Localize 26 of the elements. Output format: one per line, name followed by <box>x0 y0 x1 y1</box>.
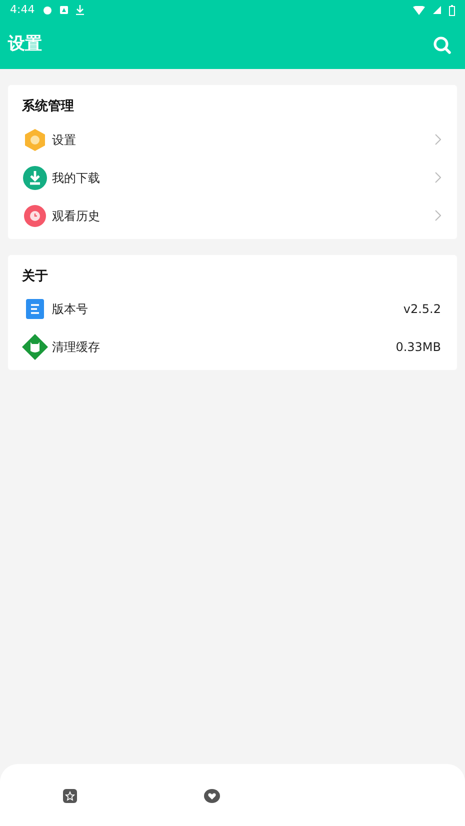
image-icon <box>60 6 68 14</box>
dot-icon <box>42 6 52 14</box>
section-title: 系统管理 <box>22 98 74 116</box>
hexagon-icon <box>25 128 45 150</box>
menu-item-label[interactable]: 清理缓存 <box>52 338 100 356</box>
status-time: 4:44 <box>10 2 35 18</box>
chevron-right-icon[interactable] <box>435 134 441 145</box>
chevron-right-icon[interactable] <box>435 172 441 183</box>
signal-icon <box>433 6 441 14</box>
menu-item-label[interactable]: 设置 <box>52 130 76 148</box>
star-icon[interactable] <box>63 789 77 803</box>
search-icon[interactable] <box>433 36 451 54</box>
download-icon <box>23 166 47 190</box>
section-title: 关于 <box>22 268 48 286</box>
wifi-icon <box>413 6 425 14</box>
battery-icon <box>449 4 455 16</box>
document-icon <box>26 299 44 319</box>
clock-icon <box>24 204 46 226</box>
chevron-right-icon[interactable] <box>435 210 441 221</box>
page-title: 设置 <box>8 32 43 56</box>
menu-item-label[interactable]: 观看历史 <box>52 206 100 224</box>
item-value: v2.5.2 <box>403 301 441 318</box>
menu-item-label[interactable]: 版本号 <box>52 300 88 318</box>
menu-item-label[interactable]: 我的下载 <box>52 168 100 186</box>
item-value: 0.33MB <box>396 339 441 356</box>
download-icon <box>76 5 84 15</box>
